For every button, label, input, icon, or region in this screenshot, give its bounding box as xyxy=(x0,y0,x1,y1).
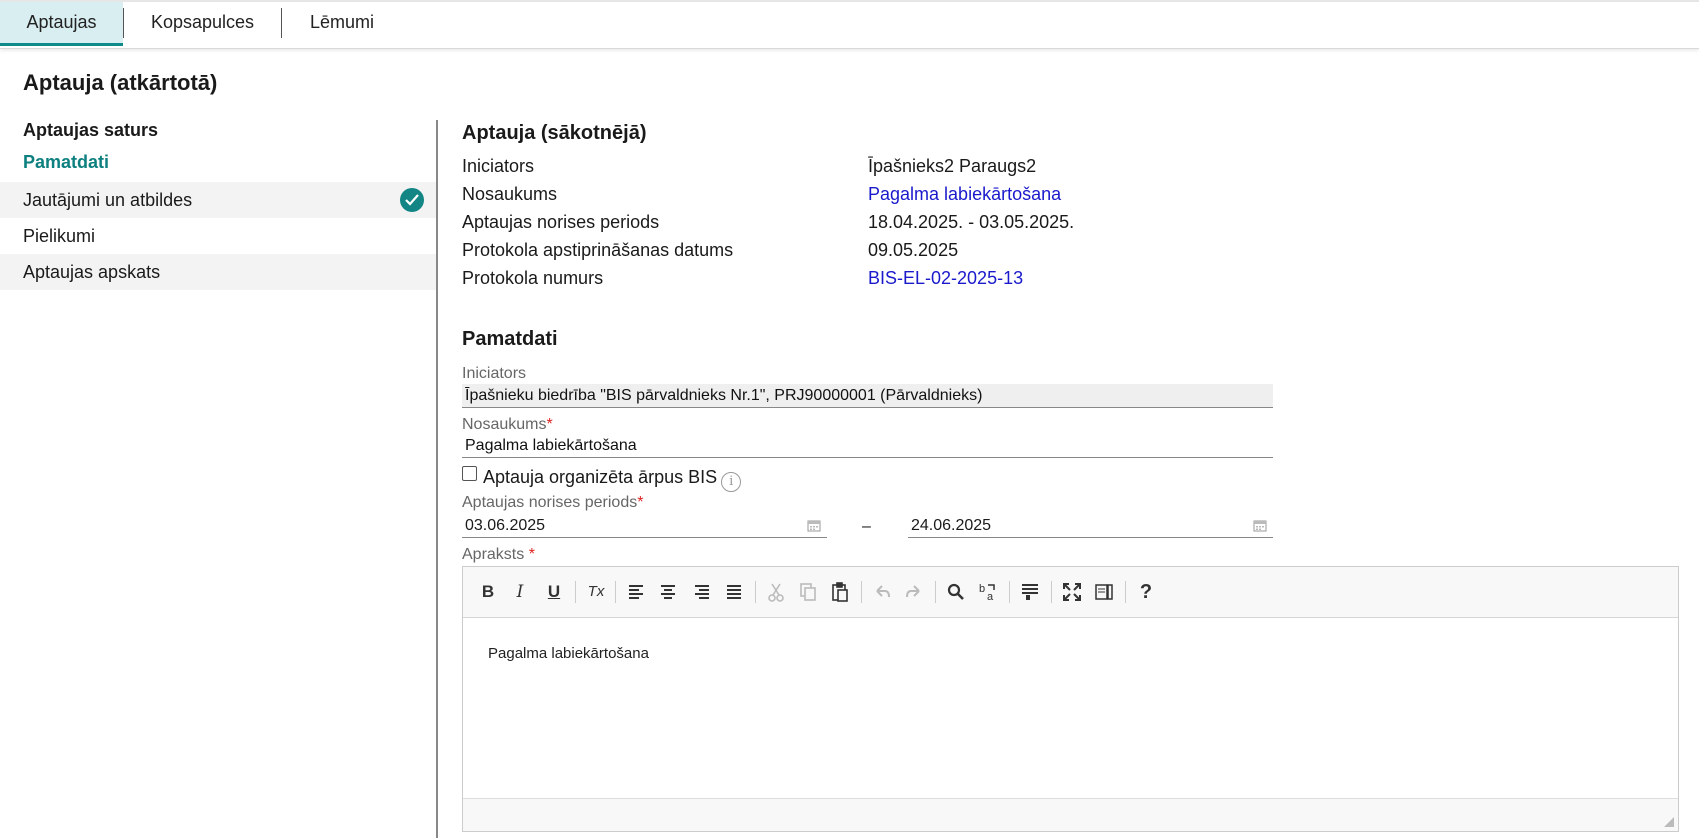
cut-icon[interactable] xyxy=(763,579,789,605)
replace-icon[interactable]: ba xyxy=(975,579,1001,605)
italic-button[interactable]: I xyxy=(507,579,533,605)
justify-icon[interactable] xyxy=(721,579,747,605)
outside-bis-label: Aptauja organizēta ārpus BIS xyxy=(483,467,718,487)
basic-data-title: Pamatdati xyxy=(462,328,558,350)
info-label: Protokola apstiprināšanas datums xyxy=(462,240,734,260)
outside-bis-checkbox[interactable] xyxy=(462,466,477,481)
tab-aptaujas[interactable]: Aptaujas xyxy=(0,2,123,46)
sidebar-item-overview[interactable]: Aptaujas apskats xyxy=(0,254,436,290)
period-label: Aptaujas norises periods* xyxy=(462,494,644,511)
check-circle-icon xyxy=(400,188,424,212)
outside-bis-row: Aptauja organizēta ārpus BIS i xyxy=(462,465,742,492)
fullscreen-icon[interactable] xyxy=(1059,579,1085,605)
info-label: Nosaukums xyxy=(462,184,558,204)
toolbar-separator xyxy=(935,581,936,603)
initiator-field: Īpašnieku biedrība "BIS pārvaldnieks Nr.… xyxy=(462,384,1273,408)
tab-lemumi[interactable]: Lēmumi xyxy=(282,2,402,46)
svg-text:b: b xyxy=(979,583,985,595)
svg-text:a: a xyxy=(987,591,994,603)
original-survey-title: Aptauja (sākotnējā) xyxy=(462,122,647,144)
copy-icon[interactable] xyxy=(795,579,821,605)
toolbar-separator xyxy=(1125,581,1126,603)
name-input[interactable]: Pagalma labiekārtošana xyxy=(462,434,1273,458)
sidebar-item-questions[interactable]: Jautājumi un atbildes xyxy=(0,182,436,218)
protocol-number-link[interactable]: BIS-EL-02-2025-13 xyxy=(868,264,1023,292)
underline-button[interactable]: U xyxy=(541,579,567,605)
toolbar-separator xyxy=(615,581,616,603)
info-label: Aptaujas norises periods xyxy=(462,212,660,232)
name-label: Nosaukums* xyxy=(462,416,553,433)
info-value: 18.04.2025. - 03.05.2025. xyxy=(868,212,1075,232)
info-icon[interactable]: i xyxy=(721,472,742,492)
editor-content[interactable]: Pagalma labiekārtošana xyxy=(488,645,649,662)
format-block-icon[interactable] xyxy=(1017,579,1043,605)
date-to-input[interactable]: 24.06.2025 xyxy=(908,514,1273,538)
sidebar-heading: Aptaujas saturs xyxy=(23,120,159,140)
survey-name-link[interactable]: Pagalma labiekārtošana xyxy=(868,180,1061,208)
toolbar-separator xyxy=(1009,581,1010,603)
vertical-divider xyxy=(436,120,438,838)
align-left-icon[interactable] xyxy=(623,579,649,605)
bold-button[interactable]: B xyxy=(475,579,501,605)
calendar-icon[interactable] xyxy=(807,519,821,532)
undo-icon[interactable] xyxy=(869,579,895,605)
show-blocks-icon[interactable] xyxy=(1091,579,1117,605)
date-from-input[interactable]: 03.06.2025 xyxy=(462,514,827,538)
redo-icon[interactable] xyxy=(901,579,927,605)
date-range-separator: – xyxy=(862,518,871,535)
info-label: Protokola numurs xyxy=(462,268,604,288)
info-value: Īpašnieks2 Paraugs2 xyxy=(868,156,1037,176)
description-editor: B I U Tx ba ? Pagalma labiekārtošana xyxy=(462,566,1679,832)
editor-statusbar xyxy=(463,798,1678,831)
calendar-icon[interactable] xyxy=(1253,519,1267,532)
editor-toolbar: B I U Tx ba ? xyxy=(463,567,1678,618)
description-label: Apraksts * xyxy=(462,546,535,563)
info-value: 09.05.2025 xyxy=(868,240,959,260)
sidebar-item-label: Jautājumi un atbildes xyxy=(23,190,193,210)
align-right-icon[interactable] xyxy=(689,579,715,605)
toolbar-separator xyxy=(861,581,862,603)
toolbar-separator xyxy=(755,581,756,603)
help-button[interactable]: ? xyxy=(1133,579,1159,605)
initiator-label: Iniciators xyxy=(462,365,527,382)
toolbar-separator xyxy=(1051,581,1052,603)
toolbar-separator xyxy=(575,581,576,603)
info-label: Iniciators xyxy=(462,156,535,176)
sidebar-item-pamatdati[interactable]: Pamatdati xyxy=(0,144,436,180)
remove-format-button[interactable]: Tx xyxy=(583,579,609,605)
resize-handle-icon[interactable] xyxy=(1664,817,1674,827)
tab-kopsapulces[interactable]: Kopsapulces xyxy=(124,2,281,46)
page-title: Aptauja (atkārtotā) xyxy=(23,70,218,95)
align-center-icon[interactable] xyxy=(655,579,681,605)
paste-icon[interactable] xyxy=(827,579,853,605)
sidebar-item-attachments[interactable]: Pielikumi xyxy=(0,218,436,254)
top-tab-bar: Aptaujas Kopsapulces Lēmumi xyxy=(0,0,1699,49)
search-icon[interactable] xyxy=(943,579,969,605)
